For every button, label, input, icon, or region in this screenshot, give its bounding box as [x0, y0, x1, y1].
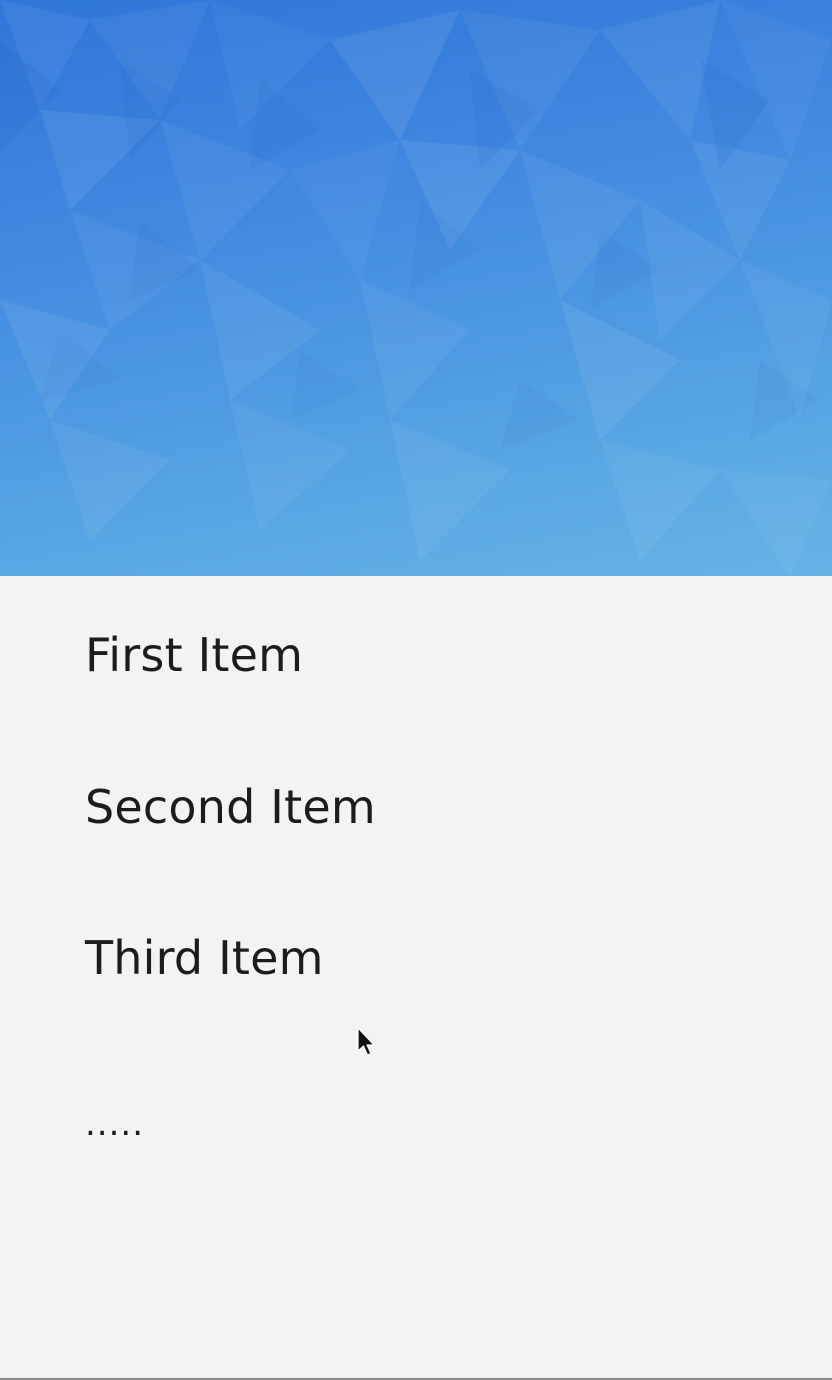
menu-item-first[interactable]: First Item [85, 632, 303, 678]
menu-item-third[interactable]: Third Item [85, 935, 324, 981]
header-background-image [0, 0, 832, 576]
menu-item-second[interactable]: Second Item [85, 784, 376, 830]
low-poly-pattern [0, 0, 832, 576]
mouse-pointer-icon [357, 1027, 375, 1056]
more-items-ellipsis: ..... [85, 1104, 145, 1144]
menu-list: First Item Second Item Third Item ..... [0, 576, 832, 1378]
